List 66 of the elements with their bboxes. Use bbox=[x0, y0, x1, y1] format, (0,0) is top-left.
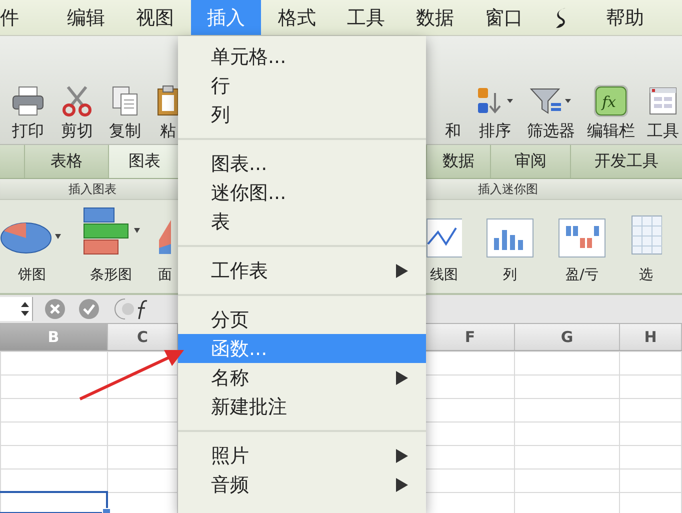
scissors-icon bbox=[62, 85, 92, 117]
clipboard-icon bbox=[157, 85, 179, 117]
ribbon-button[interactable]: 线图 bbox=[426, 218, 462, 284]
ribbon-button[interactable]: 选 bbox=[630, 214, 662, 284]
menu-item[interactable]: 照片 bbox=[178, 441, 426, 470]
menu-item[interactable]: 列 bbox=[178, 100, 426, 129]
ribbon-button[interactable]: 面 bbox=[158, 214, 172, 284]
toolbar-button[interactable]: 工具 bbox=[644, 83, 682, 144]
menu-item-label: 名称 bbox=[211, 366, 249, 390]
menu-bar-item[interactable]: 件 bbox=[0, 0, 33, 35]
ribbon-group-title: 插入迷你图 bbox=[426, 179, 682, 200]
menu-item-label: 照片 bbox=[211, 444, 249, 468]
menu-item-label: 分页 bbox=[211, 308, 249, 332]
menu-item-label: 函数... bbox=[211, 336, 268, 362]
menu-bar-item[interactable]: 工具 bbox=[333, 0, 399, 35]
menu-item[interactable]: 名称 bbox=[178, 363, 426, 392]
menu-item-label: 工作表 bbox=[211, 258, 268, 284]
menu-item[interactable]: 表 bbox=[178, 207, 426, 236]
function-icon: fx bbox=[594, 85, 628, 117]
win-loss-sparkline-icon bbox=[558, 218, 606, 258]
toolbar-button[interactable]: 复制 bbox=[106, 83, 144, 144]
toolbar-button[interactable]: fx 编辑栏 bbox=[584, 83, 638, 144]
toolbar-button[interactable]: 剪切 bbox=[58, 83, 96, 144]
menu-item-label: 行 bbox=[211, 74, 230, 98]
window-grid-icon bbox=[648, 85, 678, 117]
cancel-icon[interactable] bbox=[43, 297, 67, 321]
ribbon-tab[interactable]: 开发工具 bbox=[570, 145, 682, 178]
toolbar-button[interactable]: 排序 bbox=[472, 83, 518, 144]
ribbon-button[interactable]: 饼图 bbox=[0, 214, 64, 284]
menu-item[interactable]: 分页 bbox=[178, 305, 426, 334]
menu-item[interactable]: 工作表 bbox=[178, 256, 426, 285]
toolbar-button[interactable]: 和 bbox=[440, 83, 466, 144]
menu-bar-item[interactable]: 格式 bbox=[264, 0, 330, 35]
menu-item-label: 音频 bbox=[211, 472, 249, 498]
menu-bar-item[interactable]: 帮助 bbox=[592, 0, 658, 35]
copy-icon bbox=[110, 85, 140, 117]
column-header[interactable]: H bbox=[620, 324, 682, 350]
menu-item-label: 图表... bbox=[211, 152, 268, 176]
column-sparkline-icon bbox=[486, 218, 534, 258]
menu-item[interactable]: 单元格... bbox=[178, 42, 426, 71]
printer-icon bbox=[11, 85, 45, 117]
menu-bar-item[interactable]: 窗口 bbox=[471, 0, 537, 35]
menu-bar-item[interactable]: 视图 bbox=[122, 0, 188, 35]
menu-item-label: 单元格... bbox=[211, 44, 286, 70]
toolbar-button[interactable]: 打印 bbox=[8, 83, 48, 144]
menu-item-label: 迷你图... bbox=[211, 180, 286, 206]
menu-item-label: 新建批注 bbox=[211, 394, 287, 420]
menu-item[interactable]: 行 bbox=[178, 71, 426, 100]
ribbon-button[interactable]: 盈/亏 bbox=[558, 218, 606, 284]
menu-item[interactable]: 图表... bbox=[178, 149, 426, 178]
menu-item[interactable]: 音频 bbox=[178, 470, 426, 499]
selected-cell[interactable] bbox=[0, 491, 108, 513]
menu-item[interactable]: 新建批注 bbox=[178, 392, 426, 421]
check-icon[interactable] bbox=[77, 297, 101, 321]
line-sparkline-icon bbox=[426, 218, 462, 258]
stepper-icon[interactable] bbox=[20, 301, 30, 317]
menu-item-label: 表 bbox=[211, 210, 230, 234]
menu-item-label: 列 bbox=[211, 102, 230, 128]
toolbar-button[interactable]: 筛选器 bbox=[524, 83, 578, 144]
menu-bar-item[interactable]: 编辑 bbox=[53, 0, 119, 35]
ribbon-button[interactable]: 条形图 bbox=[78, 206, 144, 284]
ribbon-button[interactable]: 列 bbox=[486, 218, 534, 284]
menu-bar-item[interactable]: 数据 bbox=[402, 0, 468, 35]
ribbon-tab[interactable]: 图表 bbox=[108, 145, 180, 178]
ribbon-tab[interactable]: 审阅 bbox=[490, 145, 570, 178]
column-header[interactable]: G bbox=[515, 324, 620, 350]
